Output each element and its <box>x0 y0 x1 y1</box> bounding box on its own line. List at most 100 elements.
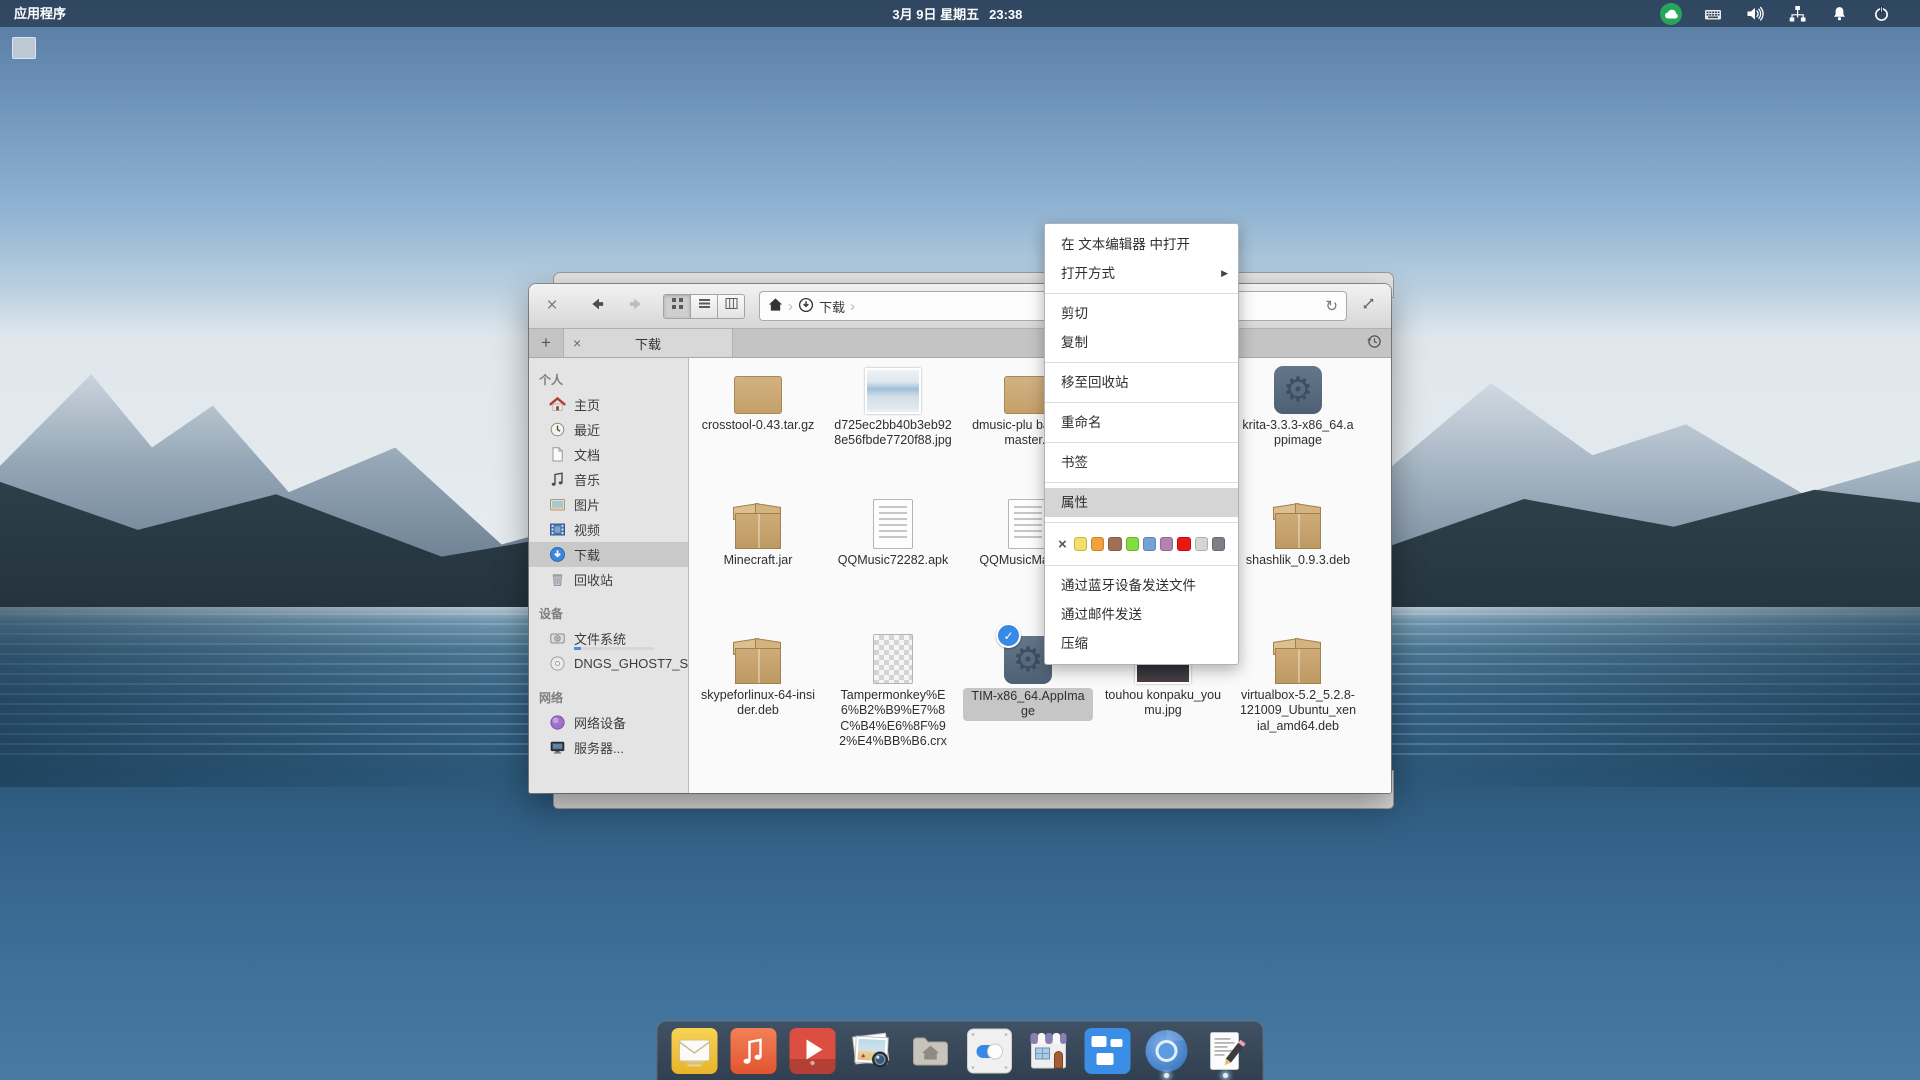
network-place-icon <box>549 714 566 731</box>
sidebar-item-回收站[interactable]: 回收站 <box>529 567 688 592</box>
sidebar-item-服务器...[interactable]: 服务器... <box>529 735 688 760</box>
grid-view-button[interactable] <box>664 295 691 318</box>
color-swatch[interactable] <box>1143 537 1156 551</box>
sidebar-item-label: DNGS_GHOST7_SP2 <box>574 656 689 671</box>
forward-button[interactable] <box>623 294 647 318</box>
system-tray <box>1660 0 1892 27</box>
column-view-button[interactable] <box>718 295 744 318</box>
menu-item-通过蓝牙设备发送文件[interactable]: 通过蓝牙设备发送文件 <box>1045 571 1238 600</box>
back-arrow-icon <box>589 296 606 317</box>
dock-chromium-icon[interactable] <box>1144 1028 1190 1074</box>
dock-appcenter-icon[interactable] <box>1026 1028 1072 1074</box>
selected-check-badge: ✓ <box>996 623 1021 648</box>
back-button[interactable] <box>585 294 609 318</box>
menu-separator <box>1045 402 1238 403</box>
menu-item-打开方式[interactable]: 打开方式▶ <box>1045 259 1238 288</box>
sidebar-item-DNGS_GHOST7_SP2[interactable]: DNGS_GHOST7_SP2 <box>529 651 688 676</box>
color-swatch[interactable] <box>1160 537 1173 551</box>
breadcrumb-downloads[interactable]: 下载 <box>798 297 845 316</box>
dock-multitasking-icon[interactable] <box>1085 1028 1131 1074</box>
file-item[interactable]: QQMusic72282.apk <box>828 495 958 568</box>
sidebar-item-图片[interactable]: 图片 <box>529 492 688 517</box>
file-item[interactable]: Tampermonkey%E6%B2%B9%E7%8C%B4%E6%8F%92%… <box>828 630 958 749</box>
menu-item-在 文本编辑器 中打开[interactable]: 在 文本编辑器 中打开 <box>1045 230 1238 259</box>
color-swatch[interactable] <box>1195 537 1208 551</box>
dock-mail-icon[interactable] <box>672 1028 718 1074</box>
disc-icon <box>549 655 566 672</box>
menu-item-重命名[interactable]: 重命名 <box>1045 408 1238 437</box>
applications-menu[interactable]: 应用程序 <box>0 0 80 27</box>
sidebar-section-header: 个人 <box>529 366 688 392</box>
clock[interactable]: 3月 9日 星期五23:38 <box>892 4 1022 23</box>
file-item[interactable]: crosstool-0.43.tar.gz <box>693 360 823 433</box>
appimage-file-icon: ⚙ <box>1274 360 1322 414</box>
desktop-file-icon[interactable] <box>12 37 36 59</box>
dock-videos-icon[interactable] <box>790 1028 836 1074</box>
volume-icon[interactable] <box>1744 3 1766 25</box>
window-close-button[interactable]: × <box>541 295 563 317</box>
network-icon[interactable] <box>1786 3 1808 25</box>
color-swatch[interactable] <box>1074 537 1087 551</box>
menu-separator <box>1045 293 1238 294</box>
tab-bar: + × 下载 <box>529 329 1391 358</box>
sidebar-item-label: 回收站 <box>574 570 613 589</box>
text-file-icon <box>1008 495 1048 549</box>
sidebar-item-网络设备[interactable]: 网络设备 <box>529 710 688 735</box>
file-item[interactable]: Minecraft.jar <box>693 495 823 568</box>
color-swatch[interactable] <box>1126 537 1139 551</box>
menu-item-通过邮件发送[interactable]: 通过邮件发送 <box>1045 600 1238 629</box>
dock-settings-icon[interactable] <box>967 1028 1013 1074</box>
refresh-button[interactable]: ↻ <box>1325 297 1338 315</box>
cloud-sync-icon[interactable] <box>1660 3 1682 25</box>
sidebar-item-label: 音乐 <box>574 470 600 489</box>
sidebar-item-音乐[interactable]: 音乐 <box>529 467 688 492</box>
file-item[interactable]: virtualbox-5.2_5.2.8-121009_Ubuntu_xenia… <box>1233 630 1363 734</box>
list-view-button[interactable] <box>691 295 718 318</box>
tab-downloads[interactable]: × 下载 <box>564 329 733 357</box>
files-grid[interactable]: crosstool-0.43.tar.gzd725ec2bb40b3eb928e… <box>689 358 1391 793</box>
file-name-label: Minecraft.jar <box>724 553 793 568</box>
forward-arrow-icon <box>627 296 644 317</box>
new-tab-button[interactable]: + <box>529 329 564 357</box>
dock-music-icon[interactable] <box>731 1028 777 1074</box>
menu-item-书签[interactable]: 书签 <box>1045 448 1238 477</box>
tab-label: 下载 <box>635 334 661 353</box>
dock-photos-icon[interactable] <box>849 1028 895 1074</box>
sidebar-item-文档[interactable]: 文档 <box>529 442 688 467</box>
sidebar-item-下载[interactable]: 下载 <box>529 542 688 567</box>
keyboard-icon[interactable] <box>1702 3 1724 25</box>
file-item[interactable]: d725ec2bb40b3eb928e56fbde7720f88.jpg <box>828 360 958 449</box>
sidebar-item-最近[interactable]: 最近 <box>529 417 688 442</box>
color-swatch[interactable] <box>1091 537 1104 551</box>
view-switcher <box>663 294 745 319</box>
menu-item-移至回收站[interactable]: 移至回收站 <box>1045 368 1238 397</box>
menu-item-复制[interactable]: 复制 <box>1045 328 1238 357</box>
color-swatch[interactable] <box>1108 537 1121 551</box>
downloads-icon <box>549 546 566 563</box>
home-icon <box>549 396 566 413</box>
file-item[interactable]: skypeforlinux-64-insider.deb <box>693 630 823 719</box>
color-swatch[interactable] <box>1212 537 1225 551</box>
menu-item-属性[interactable]: 属性 <box>1045 488 1238 517</box>
sidebar-item-主页[interactable]: 主页 <box>529 392 688 417</box>
tab-history-button[interactable] <box>1357 329 1391 357</box>
breadcrumb-home[interactable] <box>768 297 783 315</box>
dock-code-icon[interactable] <box>1203 1028 1249 1074</box>
dock-files-icon[interactable] <box>908 1028 954 1074</box>
menu-separator <box>1045 522 1238 523</box>
sidebar-item-文件系统[interactable]: 文件系统 <box>529 626 688 651</box>
power-icon[interactable] <box>1870 3 1892 25</box>
file-item[interactable]: ⚙krita-3.3.3-x86_64.appimage <box>1233 360 1363 449</box>
tab-close-button[interactable]: × <box>573 335 581 351</box>
clear-color-button[interactable]: × <box>1058 536 1067 553</box>
sidebar-item-视频[interactable]: 视频 <box>529 517 688 542</box>
grid-view-icon <box>671 297 684 315</box>
package-file-icon <box>1275 495 1321 549</box>
menu-item-压缩[interactable]: 压缩 <box>1045 629 1238 658</box>
menu-item-剪切[interactable]: 剪切 <box>1045 299 1238 328</box>
maximize-button[interactable] <box>1357 295 1379 317</box>
notifications-icon[interactable] <box>1828 3 1850 25</box>
color-swatch[interactable] <box>1177 537 1190 551</box>
file-item[interactable]: shashlik_0.9.3.deb <box>1233 495 1363 568</box>
sidebar-item-label: 图片 <box>574 495 600 514</box>
